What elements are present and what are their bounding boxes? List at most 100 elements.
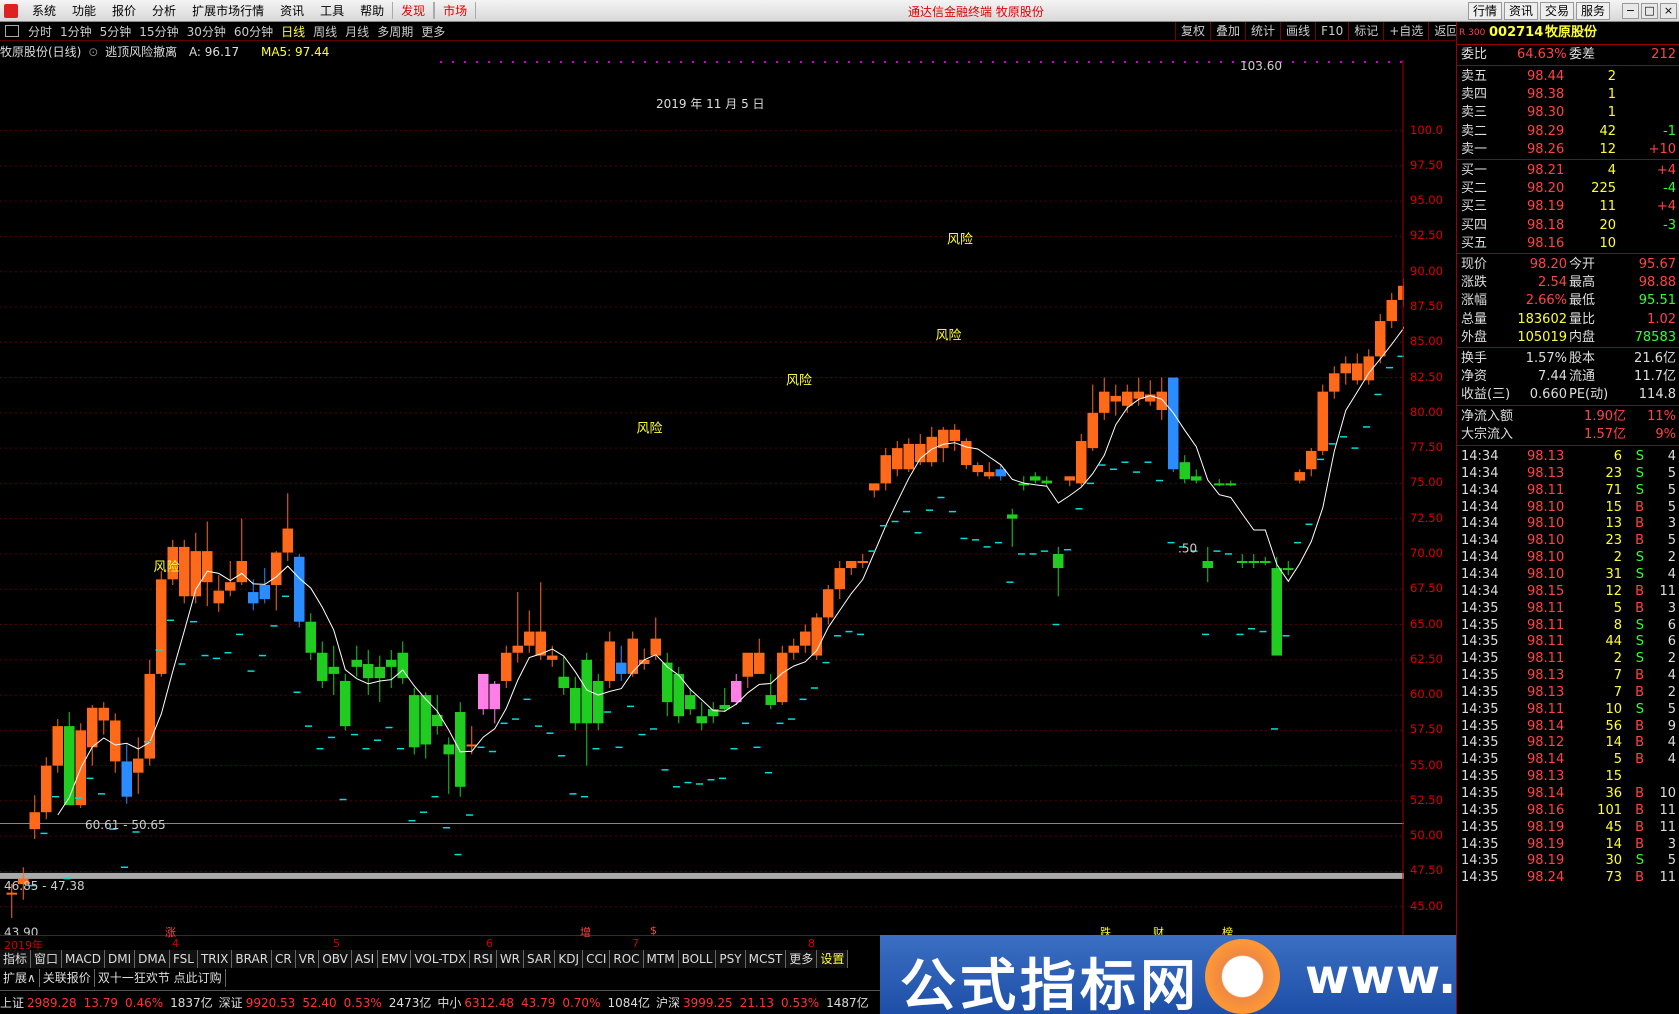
period-tab[interactable]: 更多 — [417, 23, 449, 40]
indicator-tab[interactable]: 更多 — [786, 950, 818, 968]
sell-label: 卖五 — [1461, 69, 1488, 84]
indicator-tab[interactable]: DMA — [135, 950, 170, 968]
chart-tool-button[interactable]: 复权 — [1175, 22, 1210, 41]
indicator-tab[interactable]: CR — [272, 950, 296, 968]
indicator-tab[interactable]: KDJ — [555, 950, 584, 968]
menu-item[interactable]: 扩展市场行情 — [184, 2, 272, 19]
menu-right-button[interactable]: 资讯 — [1504, 2, 1539, 20]
tick-volume: 7 — [1613, 684, 1622, 700]
indicator-tab[interactable]: PSY — [716, 950, 746, 968]
indicator-tab[interactable]: ASI — [351, 950, 379, 968]
panel-separator — [1457, 44, 1679, 45]
extension-tab[interactable]: 双十一狂欢节 点此订购 — [95, 969, 226, 987]
close-icon[interactable]: × — [1660, 3, 1677, 19]
tick-row: 14:34 98.10 15 B 5 — [1457, 499, 1679, 517]
indicator-tab[interactable]: VR — [295, 950, 320, 968]
indicator-tab[interactable]: MACD — [62, 950, 106, 968]
tick-side: B — [1635, 735, 1644, 751]
indicator-tab[interactable]: MCST — [745, 950, 787, 968]
candle-body — [696, 716, 707, 724]
tick-row: 14:35 98.14 36 B 10 — [1457, 785, 1679, 803]
indicator-tab[interactable]: OBV — [319, 950, 352, 968]
indicator-tab[interactable]: EMV — [378, 950, 412, 968]
extension-tab[interactable]: 扩展∧ — [0, 969, 40, 987]
period-tab[interactable]: 30分钟 — [183, 23, 230, 40]
extension-tab[interactable]: 关联报价 — [40, 969, 95, 987]
menu-bar: 系统 功能 报价 分析 扩展市场行情 资讯 工具 帮助 发现 市场 通达信金融终端 牧原股份 行情… — [0, 0, 1679, 22]
maximize-icon[interactable]: □ — [1641, 3, 1658, 19]
menu-items: 系统 功能 报价 分析 扩展市场行情 资讯 工具 帮助 发现 市场 — [24, 2, 477, 19]
menu-item[interactable]: 报价 — [104, 2, 144, 19]
menu-right-button[interactable]: 交易 — [1540, 2, 1575, 20]
indicator-tab[interactable]: VOL-TDX — [411, 950, 471, 968]
panel-separator — [1457, 445, 1679, 446]
indicator-tab[interactable]: BOLL — [678, 950, 717, 968]
period-tab[interactable]: 15分钟 — [135, 23, 182, 40]
indicator-tab[interactable]: SAR — [524, 950, 556, 968]
period-tab[interactable]: 5分钟 — [96, 23, 136, 40]
candle-body — [1237, 561, 1248, 564]
tick-count: 4 — [1667, 752, 1676, 768]
index-name: 深证 — [218, 996, 243, 1010]
minimize-icon[interactable]: − — [1622, 3, 1639, 19]
chart-tool-button[interactable]: 标记 — [1348, 22, 1383, 41]
menu-item-highlight[interactable]: 发现 — [392, 2, 435, 19]
index-value: 3999.25 — [683, 995, 733, 1010]
candle-body — [949, 429, 960, 442]
indicator-tabs: 指标 窗口 MACD DMI DMA FSL TRIX BRAR CR VR OBV ASI EMV VO… — [0, 950, 849, 968]
chart-tool-button[interactable]: F10 — [1315, 22, 1348, 41]
y-tick-label: 95.00 — [1410, 193, 1443, 208]
menu-item[interactable]: 帮助 — [352, 2, 392, 19]
indicator-tab[interactable]: MTM — [643, 950, 679, 968]
candle-body — [213, 590, 224, 604]
menu-item[interactable]: 工具 — [312, 2, 352, 19]
tick-time: 14:34 — [1461, 533, 1499, 549]
menu-item-highlight[interactable]: 市场 — [434, 2, 477, 19]
indicator-tab[interactable]: WR — [496, 950, 525, 968]
indicator-name[interactable]: 逃顶风险撤离 — [105, 45, 177, 59]
sell-volume: 42 — [1599, 123, 1616, 139]
period-tab[interactable]: 多周期 — [373, 23, 417, 40]
menu-right-button[interactable]: 行情 — [1468, 2, 1503, 20]
indicator-tab[interactable]: ROC — [610, 950, 644, 968]
indicator-tab[interactable]: 设置 — [817, 950, 849, 968]
chart-tool-button[interactable]: 画线 — [1280, 22, 1315, 41]
tick-price: 98.10 — [1527, 516, 1565, 532]
chart-tool-button[interactable]: 叠加 — [1210, 22, 1245, 41]
period-tab[interactable]: 60分钟 — [230, 23, 277, 40]
period-tab[interactable]: 月线 — [341, 23, 373, 40]
tick-row: 14:35 98.11 44 S 6 — [1457, 633, 1679, 651]
indicator-tab[interactable]: CCI — [583, 950, 611, 968]
period-tab[interactable]: 日线 — [277, 23, 309, 40]
tick-price: 98.10 — [1527, 550, 1565, 566]
indicator-tab[interactable]: FSL — [169, 950, 198, 968]
horizontal-band — [0, 872, 1404, 879]
candle-body — [1248, 561, 1259, 564]
tick-price: 98.10 — [1527, 499, 1565, 515]
indicator-tab[interactable]: 指标 — [0, 950, 32, 968]
index-change: 13.79 — [83, 995, 118, 1010]
menu-item[interactable]: 功能 — [64, 2, 104, 19]
indicator-tab[interactable]: DMI — [105, 950, 136, 968]
indicator-tab[interactable]: 窗口 — [31, 950, 63, 968]
period-tab[interactable]: 分时 — [24, 23, 56, 40]
indicator-tab[interactable]: BRAR — [232, 950, 273, 968]
period-menu-icon[interactable] — [5, 25, 19, 37]
menu-item[interactable]: 分析 — [144, 2, 184, 19]
sell-row: 卖四 98.38 1 — [1457, 86, 1679, 104]
menu-item[interactable]: 资讯 — [272, 2, 312, 19]
candle-body — [179, 546, 190, 597]
candle-body — [1294, 472, 1305, 481]
menu-right-button[interactable]: 服务 — [1576, 2, 1611, 20]
candlestick-chart[interactable]: 风险风险风险风险风险60.61 - 50.6546.85 - 47.3843.9… — [0, 60, 1404, 935]
chart-tool-button[interactable]: 统计 — [1245, 22, 1280, 41]
chart-tool-button[interactable]: +自选 — [1383, 22, 1428, 41]
indicator-tab[interactable]: TRIX — [197, 950, 233, 968]
candle-body — [1041, 480, 1052, 484]
period-tab[interactable]: 1分钟 — [56, 23, 96, 40]
tick-time: 14:35 — [1461, 769, 1499, 785]
period-tab[interactable]: 周线 — [309, 23, 341, 40]
settings-icon[interactable]: ⊙ — [88, 45, 98, 59]
indicator-tab[interactable]: RSI — [470, 950, 497, 968]
menu-item[interactable]: 系统 — [24, 2, 64, 19]
